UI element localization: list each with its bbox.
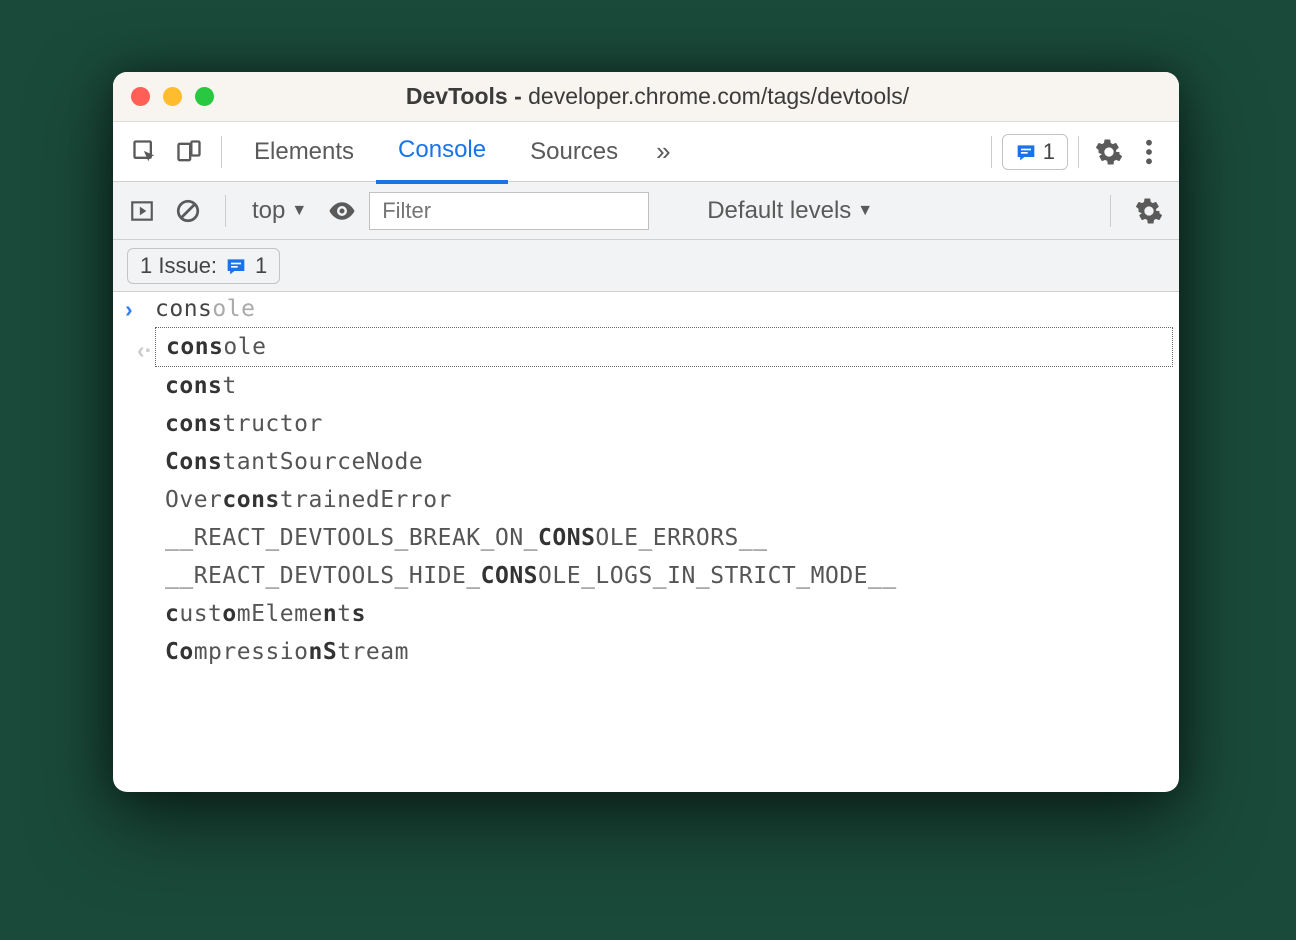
issues-pill[interactable]: 1 Issue: 1 [127, 248, 280, 284]
toggle-sidebar-icon[interactable] [123, 192, 161, 230]
divider [221, 136, 222, 168]
close-window-button[interactable] [131, 87, 150, 106]
autocomplete-item[interactable]: OverconstrainedError [155, 481, 1173, 519]
autocomplete-item[interactable]: customElements [155, 595, 1173, 633]
tab-console[interactable]: Console [376, 120, 508, 184]
autocomplete-item[interactable]: const [155, 367, 1173, 405]
chevron-down-icon: ▼ [291, 202, 307, 220]
autocomplete-item[interactable]: ConstantSourceNode [155, 443, 1173, 481]
output-icon: ‹· [137, 337, 167, 364]
console-input-line[interactable]: › console [113, 292, 1179, 327]
console-output-line: ‹· [125, 333, 179, 368]
titlebar: DevTools - developer.chrome.com/tags/dev… [113, 72, 1179, 122]
divider [1078, 136, 1079, 168]
console-body: › console ‹· consoleconstconstructorCons… [113, 292, 1179, 671]
autocomplete-item[interactable]: __REACT_DEVTOOLS_BREAK_ON_CONSOLE_ERRORS… [155, 519, 1173, 557]
settings-icon[interactable] [1089, 138, 1129, 166]
autocomplete-popup: consoleconstconstructorConstantSourceNod… [155, 327, 1173, 671]
prompt-icon: › [125, 296, 155, 323]
divider [1110, 195, 1111, 227]
device-toolbar-icon[interactable] [167, 130, 211, 174]
autocomplete-item[interactable]: constructor [155, 405, 1173, 443]
devtools-window: DevTools - developer.chrome.com/tags/dev… [113, 72, 1179, 792]
more-menu-icon[interactable] [1129, 138, 1169, 166]
window-title: DevTools - developer.chrome.com/tags/dev… [154, 83, 1161, 110]
issues-badge[interactable]: 1 [1002, 134, 1068, 170]
devtools-tabbar: Elements Console Sources » 1 [113, 122, 1179, 182]
tab-elements[interactable]: Elements [232, 122, 376, 182]
filter-input[interactable] [369, 192, 649, 230]
console-settings-icon[interactable] [1129, 197, 1169, 225]
issues-bar: 1 Issue: 1 [113, 240, 1179, 292]
chevron-down-icon: ▼ [857, 202, 873, 220]
autocomplete-item[interactable]: console [155, 327, 1173, 367]
inspect-element-icon[interactable] [123, 130, 167, 174]
context-selector[interactable]: top ▼ [244, 197, 315, 225]
autocomplete-item[interactable]: CompressionStream [155, 633, 1173, 671]
tabs-overflow-button[interactable]: » [640, 136, 686, 167]
message-icon [1015, 141, 1037, 163]
console-input-text: console [155, 296, 255, 322]
message-icon [225, 255, 247, 277]
issues-count: 1 [1043, 139, 1055, 165]
live-expression-icon[interactable] [323, 192, 361, 230]
divider [225, 195, 226, 227]
divider [991, 136, 992, 168]
autocomplete-item[interactable]: __REACT_DEVTOOLS_HIDE_CONSOLE_LOGS_IN_ST… [155, 557, 1173, 595]
tab-sources[interactable]: Sources [508, 122, 640, 182]
console-filterbar: top ▼ Default levels ▼ [113, 182, 1179, 240]
log-levels-selector[interactable]: Default levels ▼ [695, 197, 885, 225]
clear-console-icon[interactable] [169, 192, 207, 230]
